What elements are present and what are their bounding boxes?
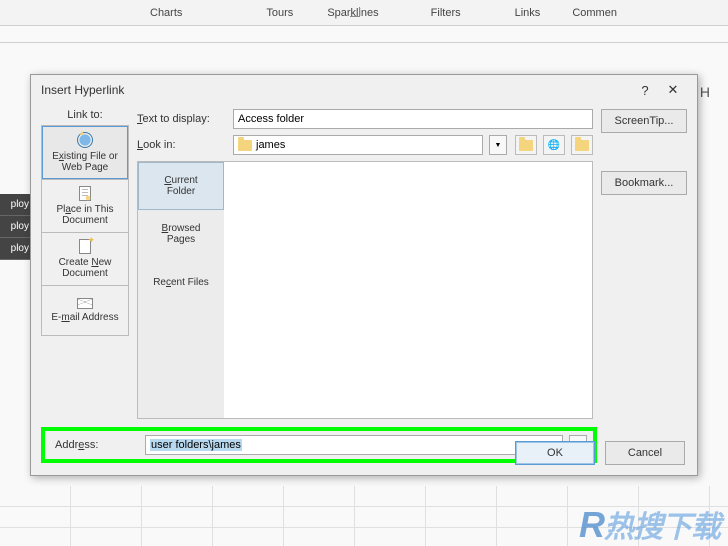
dialog-main: Text to display: Look in: james ▼ 🌐 Curr… bbox=[137, 109, 593, 465]
tab-browsed-pages[interactable]: BrowsedPages bbox=[138, 210, 224, 258]
folder-up-icon bbox=[519, 140, 533, 151]
ok-button[interactable]: OK bbox=[515, 441, 595, 465]
browse-area: CurrentFolder BrowsedPages Recent Files bbox=[137, 161, 593, 419]
text-to-display-row: Text to display: bbox=[137, 109, 593, 129]
link-to-panel: Link to: Existing File orWeb Page Place … bbox=[41, 109, 129, 465]
ribbon-group-filters[interactable]: Filters bbox=[419, 7, 473, 19]
bookmark-button[interactable]: Bookmark... bbox=[601, 171, 687, 195]
ribbon-group-tours[interactable]: Tours bbox=[254, 7, 305, 19]
close-button[interactable]: ✕ bbox=[659, 82, 687, 98]
folder-open-icon bbox=[575, 140, 589, 151]
ribbon-group-links[interactable]: Links bbox=[503, 7, 553, 19]
insert-hyperlink-dialog: Insert Hyperlink ? ✕ Link to: Existing F… bbox=[30, 74, 698, 476]
help-button[interactable]: ? bbox=[631, 83, 659, 98]
link-to-label: Link to: bbox=[41, 109, 129, 121]
new-document-icon bbox=[79, 239, 91, 254]
look-in-dropdown[interactable]: james bbox=[233, 135, 483, 155]
ribbon-bar: Charts Tours Sparklines Filters Links Co… bbox=[0, 0, 728, 26]
text-to-display-label: Text to display: bbox=[137, 113, 227, 125]
dialog-title: Insert Hyperlink bbox=[41, 83, 631, 97]
browse-file-button[interactable] bbox=[571, 135, 593, 155]
link-to-create-new[interactable]: Create NewDocument bbox=[41, 233, 129, 286]
cancel-button[interactable]: Cancel bbox=[605, 441, 685, 465]
document-icon bbox=[79, 186, 91, 201]
dialog-launcher-icon[interactable] bbox=[350, 7, 360, 17]
tab-current-folder[interactable]: CurrentFolder bbox=[138, 162, 224, 210]
globe-icon bbox=[77, 132, 93, 148]
dialog-titlebar[interactable]: Insert Hyperlink ? ✕ bbox=[31, 75, 697, 105]
ribbon-group-comments[interactable]: Commen bbox=[560, 7, 629, 19]
browse-web-button[interactable]: 🌐 bbox=[543, 135, 565, 155]
look-in-dropdown-button[interactable]: ▼ bbox=[489, 135, 507, 155]
cell[interactable]: ploy bbox=[0, 238, 30, 260]
text-to-display-input[interactable] bbox=[233, 109, 593, 129]
link-to-existing-file[interactable]: Existing File orWeb Page bbox=[41, 125, 129, 180]
up-one-level-button[interactable] bbox=[515, 135, 537, 155]
look-in-value: james bbox=[256, 139, 285, 151]
link-to-item-label: E-mail Address bbox=[51, 312, 118, 323]
link-to-item-label: Existing File orWeb Page bbox=[52, 151, 118, 173]
web-icon: 🌐 bbox=[548, 140, 560, 151]
address-row-highlighted: Address: user folders\james ▼ bbox=[41, 427, 597, 463]
browse-tabs: CurrentFolder BrowsedPages Recent Files bbox=[138, 162, 224, 418]
ribbon-group-charts[interactable]: Charts bbox=[138, 7, 194, 19]
dialog-right-buttons: ScreenTip... Bookmark... bbox=[601, 109, 687, 465]
look-in-label: Look in: bbox=[137, 139, 227, 151]
spacer bbox=[601, 141, 687, 163]
link-to-item-label: Create NewDocument bbox=[59, 257, 112, 279]
mail-icon bbox=[77, 298, 93, 309]
folder-icon bbox=[238, 140, 252, 151]
look-in-row: Look in: james ▼ 🌐 bbox=[137, 135, 593, 155]
visible-cells: ploy ploy ploy bbox=[0, 194, 30, 260]
tab-recent-files[interactable]: Recent Files bbox=[138, 258, 224, 306]
cell[interactable]: ploy bbox=[0, 194, 30, 216]
link-to-place-in-doc[interactable]: Place in ThisDocument bbox=[41, 180, 129, 233]
address-input[interactable]: user folders\james bbox=[145, 435, 563, 455]
dialog-body: Link to: Existing File orWeb Page Place … bbox=[31, 105, 697, 475]
address-label: Address: bbox=[55, 439, 139, 451]
column-header-h[interactable]: H bbox=[700, 84, 710, 100]
grid-lines bbox=[0, 486, 728, 546]
screentip-button[interactable]: ScreenTip... bbox=[601, 109, 687, 133]
link-to-item-label: Place in ThisDocument bbox=[56, 204, 113, 226]
cell[interactable]: ploy bbox=[0, 216, 30, 238]
dialog-bottom-buttons: OK Cancel bbox=[515, 441, 685, 465]
link-to-email[interactable]: E-mail Address bbox=[41, 286, 129, 336]
file-list[interactable] bbox=[224, 162, 592, 418]
